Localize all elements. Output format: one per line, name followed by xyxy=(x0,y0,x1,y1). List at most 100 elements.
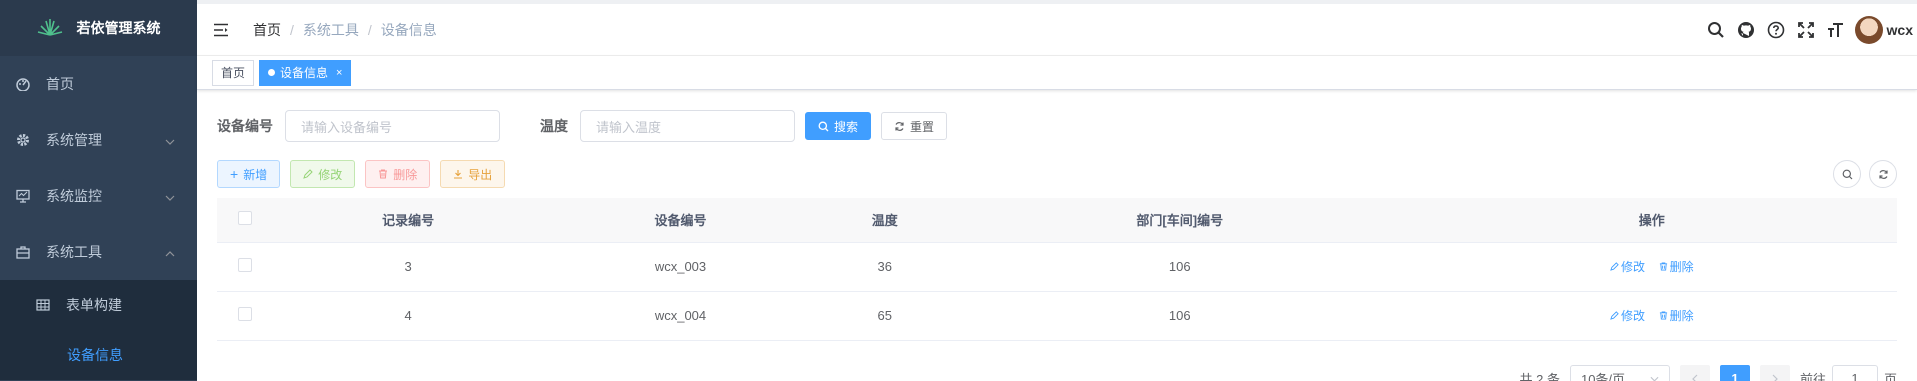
sidebar-item-device-info[interactable]: 设备信息 xyxy=(0,330,197,380)
goto-prefix: 前往 xyxy=(1799,372,1826,381)
toggle-search-button[interactable] xyxy=(1833,160,1861,188)
tag-label: 设备信息 xyxy=(280,65,329,80)
app-content: 设备编号 请输入设备编号 温度 请输入温度 搜索 重置 + 新增 修改 删除 导… xyxy=(197,90,1917,381)
page-number-current[interactable]: 1 xyxy=(1719,364,1750,381)
username[interactable]: wcx xyxy=(1887,22,1913,38)
add-button[interactable]: + 新增 xyxy=(217,160,281,188)
select-all-cell xyxy=(217,198,272,243)
chevron-down-icon xyxy=(1650,376,1659,381)
refresh-icon xyxy=(1878,169,1888,179)
question-icon[interactable] xyxy=(1761,15,1791,45)
record-id-cell: 4 xyxy=(272,291,545,341)
sidebar-item-label: 系统管理 xyxy=(46,132,102,148)
goto-page-input[interactable]: 1 xyxy=(1831,364,1878,381)
column-header: 操作 xyxy=(1406,198,1897,243)
tag-device-info[interactable]: 设备信息 × xyxy=(259,59,352,86)
column-header: 部门[车间]编号 xyxy=(952,198,1407,243)
github-icon[interactable] xyxy=(1731,15,1761,45)
temperature-label: 温度 xyxy=(540,118,568,134)
chevron-up-icon xyxy=(165,244,175,260)
active-dot-icon xyxy=(268,69,276,76)
actions-cell: 修改 删除 xyxy=(1406,291,1897,341)
search-icon[interactable] xyxy=(1701,15,1731,45)
row-delete-link[interactable]: 删除 xyxy=(1659,307,1694,324)
breadcrumb-item[interactable]: 首页 xyxy=(253,20,281,40)
avatar[interactable] xyxy=(1854,16,1883,44)
row-edit-label: 修改 xyxy=(1620,309,1645,323)
device-id-input[interactable]: 请输入设备编号 xyxy=(285,110,500,142)
sidebar-item-home[interactable]: 首页 xyxy=(0,56,197,112)
device-table: 记录编号 设备编号 温度 部门[车间]编号 操作 3 wcx_003 36 10… xyxy=(217,198,1897,341)
search-form: 设备编号 请输入设备编号 温度 请输入温度 搜索 重置 xyxy=(217,110,1897,142)
search-icon xyxy=(818,121,829,131)
chevron-down-icon xyxy=(165,188,175,204)
right-menu: wcx xyxy=(1701,10,1917,50)
close-icon[interactable]: × xyxy=(336,61,342,85)
export-button-label: 导出 xyxy=(468,167,493,182)
column-header: 记录编号 xyxy=(272,198,545,243)
chevron-left-icon xyxy=(1692,374,1698,381)
tags-view: 首页 设备信息 × xyxy=(197,56,1917,90)
edit-icon xyxy=(1610,262,1619,271)
device-id-cell: wcx_004 xyxy=(544,291,817,341)
dept-id-cell: 106 xyxy=(952,291,1407,341)
download-icon xyxy=(454,170,463,179)
device-id-cell: wcx_003 xyxy=(544,242,817,292)
select-cell xyxy=(217,242,272,292)
sidebar-item-form-builder[interactable]: 表单构建 xyxy=(0,280,197,330)
sidebar-item-label: 设备信息 xyxy=(67,347,123,363)
toolbox-icon xyxy=(16,245,30,259)
row-edit-link[interactable]: 修改 xyxy=(1610,258,1645,275)
dashboard-icon xyxy=(16,77,30,91)
logo-title: 若依管理系统 xyxy=(76,20,161,36)
tag-home[interactable]: 首页 xyxy=(212,59,255,86)
sidebar-item-system-management[interactable]: 系统管理 xyxy=(0,112,197,168)
row-checkbox[interactable] xyxy=(237,307,252,321)
tag-label: 首页 xyxy=(221,65,246,80)
row-checkbox[interactable] xyxy=(237,258,252,272)
sidebar-item-label: 表单构建 xyxy=(66,297,122,313)
prev-page-button[interactable] xyxy=(1679,364,1710,381)
pagination: 共 2 条 10条/页 1 前往 1 页 xyxy=(217,364,1897,381)
delete-button-label: 删除 xyxy=(393,167,418,182)
select-all-checkbox[interactable] xyxy=(237,211,252,226)
hamburger-icon[interactable] xyxy=(213,22,229,38)
sidebar-item-system-monitor[interactable]: 系统监控 xyxy=(0,168,197,224)
reset-button-label: 重置 xyxy=(910,119,935,134)
search-button[interactable]: 搜索 xyxy=(805,112,872,140)
next-page-button[interactable] xyxy=(1759,364,1790,381)
fullscreen-icon[interactable] xyxy=(1791,15,1821,45)
export-button[interactable]: 导出 xyxy=(440,160,506,188)
record-id-cell: 3 xyxy=(272,242,545,292)
delete-button[interactable]: 删除 xyxy=(365,160,431,188)
page-size-select[interactable]: 10条/页 xyxy=(1569,364,1670,381)
edit-button-label: 修改 xyxy=(318,167,343,182)
plus-icon: + xyxy=(230,166,239,182)
edit-icon xyxy=(1610,311,1619,320)
select-cell xyxy=(217,291,272,341)
font-size-icon[interactable] xyxy=(1821,15,1851,45)
temperature-input[interactable]: 请输入温度 xyxy=(580,110,795,142)
main-container: 首页 / 系统工具 / 设备信息 wcx 首页 设备信息 × 设备编号 请输入设… xyxy=(197,0,1917,381)
row-delete-link[interactable]: 删除 xyxy=(1659,258,1694,275)
chevron-down-icon xyxy=(165,132,175,148)
page-jumper: 前往 1 页 xyxy=(1799,364,1897,381)
refresh-button[interactable] xyxy=(1869,160,1897,188)
edit-button[interactable]: 修改 xyxy=(290,160,356,188)
row-edit-link[interactable]: 修改 xyxy=(1610,307,1645,324)
delete-icon xyxy=(379,169,388,179)
column-header: 温度 xyxy=(816,198,953,243)
reset-button[interactable]: 重置 xyxy=(881,112,948,140)
pagination-total: 共 2 条 xyxy=(1519,372,1560,381)
sidebar-item-label: 首页 xyxy=(46,76,74,92)
row-delete-label: 删除 xyxy=(1669,260,1694,274)
search-icon xyxy=(1842,169,1852,179)
refresh-icon xyxy=(895,121,904,131)
toolbar: + 新增 修改 删除 导出 xyxy=(217,160,1897,188)
monitor-icon xyxy=(16,189,30,203)
breadcrumb-separator: / xyxy=(367,21,372,38)
sidebar-item-system-tools[interactable]: 系统工具 xyxy=(0,224,197,280)
add-button-label: 新增 xyxy=(243,167,268,182)
logo[interactable]: 若依管理系统 xyxy=(0,0,197,56)
temperature-cell: 65 xyxy=(816,291,953,341)
